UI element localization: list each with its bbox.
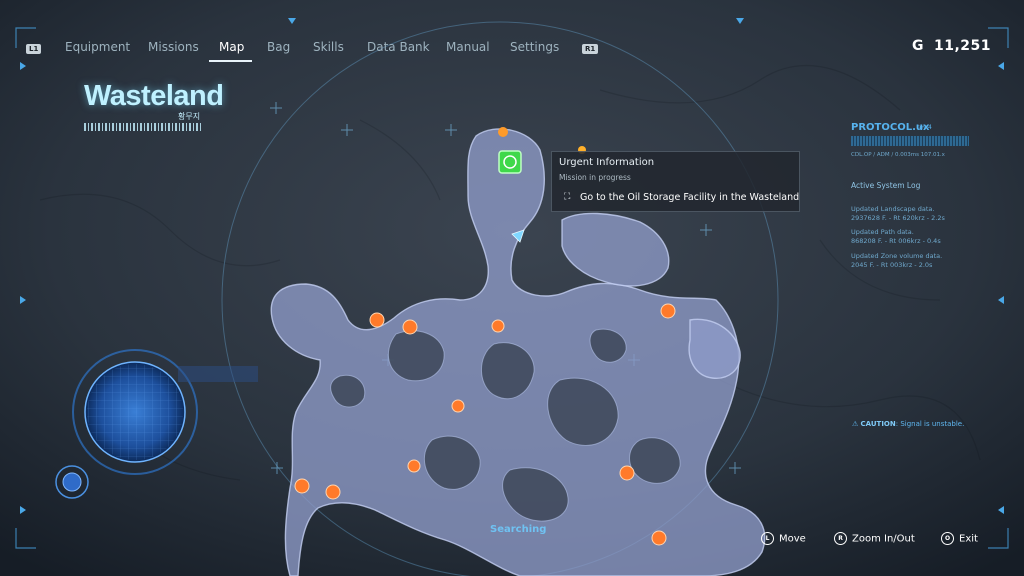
caution-text: : Signal is unstable.: [895, 420, 965, 428]
right-stick-icon: R: [834, 532, 847, 545]
tooltip-status: Mission in progress: [559, 173, 631, 182]
l1-button-hint: L1: [26, 44, 42, 54]
region-barcode-decoration: [84, 123, 202, 131]
shop-marker[interactable]: [369, 312, 385, 328]
scan-status: Searching: [490, 524, 547, 535]
tab-data-bank[interactable]: Data Bank: [367, 40, 430, 54]
phone-marker-2[interactable]: [451, 399, 465, 413]
log-entry-label: Updated Zone volume data.: [851, 252, 943, 260]
storage-marker[interactable]: [660, 303, 676, 319]
tab-settings[interactable]: Settings: [510, 40, 559, 54]
circle-button-icon: O: [941, 532, 954, 545]
protocol-stats: CDL.OP / ADM / 0.003ms 107.01.x: [851, 152, 945, 158]
region-subtitle: 황무지: [178, 112, 201, 121]
collectible-marker[interactable]: [651, 530, 667, 546]
control-move[interactable]: L Move: [761, 532, 806, 545]
warning-icon: ⚠: [852, 420, 859, 428]
control-zoom-label: Zoom In/Out: [852, 533, 915, 545]
r1-button-hint: R1: [582, 44, 599, 54]
map-screen: L1 Equipment Missions Map Bag Skills Dat…: [0, 0, 1024, 576]
vendor-marker[interactable]: [294, 478, 310, 494]
camp-marker[interactable]: [402, 319, 418, 335]
urgent-mission-marker[interactable]: [498, 150, 522, 174]
log-entry-value: 2937628 F. - Rt 620krz - 2.2s: [851, 214, 945, 222]
currency-display: G 11,251: [912, 38, 991, 54]
tab-manual[interactable]: Manual: [446, 40, 490, 54]
system-log-title: Active System Log: [851, 181, 921, 190]
log-entry-label: Updated Path data.: [851, 228, 914, 236]
control-zoom[interactable]: R Zoom In/Out: [834, 532, 915, 545]
active-tab-indicator: [209, 60, 252, 62]
log-entry-value: 868208 F. - Rt 006krz - 0.4s: [851, 237, 941, 245]
protocol-bar-decoration: [851, 136, 969, 146]
tooltip-objective: Go to the Oil Storage Facility in the Wa…: [580, 192, 800, 203]
tab-equipment[interactable]: Equipment: [65, 40, 130, 54]
currency-amount: 11,251: [933, 38, 991, 54]
phone-marker[interactable]: [491, 319, 505, 333]
region-name: Wasteland: [84, 80, 224, 112]
camp-marker-2[interactable]: [325, 484, 341, 500]
tab-skills[interactable]: Skills: [313, 40, 344, 54]
control-move-label: Move: [779, 533, 806, 545]
caution-label: CAUTION: [860, 420, 896, 428]
protocol-revision: rev.4: [917, 124, 932, 131]
log-entry-value: 2045 F. - Rt 003krz - 2.0s: [851, 261, 933, 269]
caution-warning: ⚠ CAUTION: Signal is unstable.: [852, 420, 964, 428]
control-exit[interactable]: O Exit: [941, 532, 978, 545]
currency-symbol: G: [911, 38, 924, 54]
mission-tooltip: Urgent Information Mission in progress ⛶…: [551, 151, 800, 212]
objective-target-icon: ⛶: [564, 192, 571, 202]
tab-missions[interactable]: Missions: [148, 40, 199, 54]
control-exit-label: Exit: [959, 533, 978, 545]
tab-bag[interactable]: Bag: [267, 40, 290, 54]
left-stick-icon: L: [761, 532, 774, 545]
log-entry-label: Updated Landscape data.: [851, 205, 935, 213]
campfire-marker[interactable]: [407, 459, 421, 473]
tooltip-title: Urgent Information: [559, 157, 655, 168]
tab-map[interactable]: Map: [219, 40, 244, 54]
camp-marker-3[interactable]: [619, 465, 635, 481]
